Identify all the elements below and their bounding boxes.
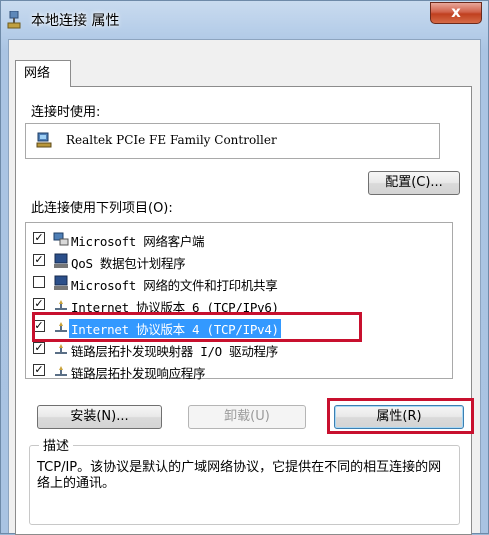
list-item[interactable]: ✓ 链路层拓扑发现映射器 I/O 驱动程序: [33, 338, 433, 360]
description-text: TCP/IP。该协议是默认的广域网络协议，它提供在不同的相互连接的网络上的通讯。: [37, 460, 442, 491]
configure-button-label: 配置(C)...: [385, 175, 443, 190]
item-label: Microsoft 网络的文件和打印机共享: [71, 278, 278, 293]
item-checkbox[interactable]: ✓: [33, 232, 45, 244]
network-connection-icon: [7, 11, 21, 29]
item-label: Internet 协议版本 4 (TCP/IPv4): [69, 319, 281, 338]
tab-networking[interactable]: 网络: [15, 60, 71, 87]
protocol-icon: [55, 344, 67, 354]
item-checkbox[interactable]: ✓: [33, 320, 45, 332]
tab-label: 网络: [24, 66, 51, 81]
close-button[interactable]: x: [430, 2, 482, 24]
uninstall-button-label: 卸载(U): [224, 409, 270, 424]
configure-button[interactable]: 配置(C)...: [368, 171, 460, 195]
item-label: Microsoft 网络客户端: [71, 234, 205, 249]
file-printer-sharing-icon: [54, 275, 68, 290]
adapter-box: Realtek PCIe FE Family Controller: [25, 123, 440, 159]
title-bar[interactable]: 本地连接 属性 x: [1, 1, 488, 39]
item-checkbox[interactable]: ✓: [33, 342, 45, 354]
network-client-icon: [53, 232, 69, 246]
item-checkbox[interactable]: ✓: [33, 254, 45, 266]
components-list[interactable]: ✓ Microsoft 网络客户端 ✓ QoS 数据包计划程序 Microsof…: [25, 222, 453, 382]
item-label: 链路层拓扑发现响应程序: [71, 366, 206, 381]
description-legend: 描述: [39, 435, 74, 454]
item-checkbox[interactable]: ✓: [33, 364, 45, 376]
connect-using-label: 连接时使用:: [31, 105, 101, 120]
install-button-label: 安装(N)...: [70, 409, 129, 424]
close-icon: x: [451, 3, 461, 21]
adapter-name: Realtek PCIe FE Family Controller: [66, 133, 277, 147]
uninstall-button[interactable]: 卸载(U): [188, 405, 306, 429]
protocol-icon: [55, 366, 67, 376]
network-adapter-icon: [36, 132, 52, 148]
list-item-selected[interactable]: ✓ Internet 协议版本 4 (TCP/IPv4): [33, 316, 433, 338]
properties-button[interactable]: 属性(R): [334, 405, 464, 429]
protocol-icon: [55, 322, 67, 332]
components-label: 此连接使用下列项目(O):: [31, 201, 173, 216]
item-label: QoS 数据包计划程序: [71, 256, 186, 271]
properties-button-label: 属性(R): [376, 409, 422, 424]
window-title: 本地连接 属性: [31, 13, 120, 29]
item-checkbox[interactable]: [33, 276, 45, 288]
item-label: Internet 协议版本 6 (TCP/IPv6): [71, 300, 279, 315]
list-item[interactable]: Microsoft 网络的文件和打印机共享: [33, 272, 433, 294]
properties-dialog: 本地连接 属性 x 网络 连接时使用: Realtek PCIe FE Fami…: [0, 0, 489, 535]
item-label: 链路层拓扑发现映射器 I/O 驱动程序: [71, 344, 278, 359]
qos-scheduler-icon: [54, 253, 68, 268]
list-item[interactable]: ✓ Internet 协议版本 6 (TCP/IPv6): [33, 294, 433, 316]
item-checkbox[interactable]: ✓: [33, 298, 45, 310]
list-item[interactable]: ✓ Microsoft 网络客户端: [33, 228, 433, 250]
protocol-icon: [55, 300, 67, 310]
install-button[interactable]: 安装(N)...: [37, 405, 162, 429]
list-item[interactable]: ✓ QoS 数据包计划程序: [33, 250, 433, 272]
list-item[interactable]: ✓ 链路层拓扑发现响应程序: [33, 360, 433, 382]
